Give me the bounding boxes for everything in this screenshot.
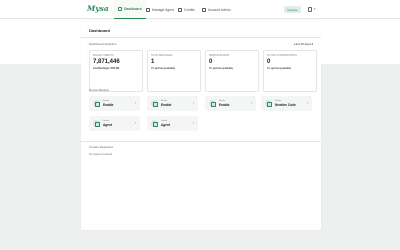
device-name: Agent bbox=[161, 123, 171, 127]
chevron-right-icon[interactable]: › bbox=[251, 101, 252, 105]
device-name: Enable bbox=[161, 103, 172, 107]
chevron-right-icon[interactable]: › bbox=[307, 101, 308, 105]
device-icon bbox=[151, 120, 158, 128]
user-icon[interactable] bbox=[308, 7, 312, 12]
brand-logo[interactable]: Mysa bbox=[87, 4, 109, 13]
stat-label: RESPONSE RATE bbox=[209, 54, 230, 57]
device-icon bbox=[93, 100, 100, 108]
device-label: Binder bbox=[161, 99, 168, 102]
chevron-down-icon[interactable]: ▾ bbox=[314, 7, 316, 11]
stat-value: 0 bbox=[209, 59, 213, 65]
nav-manage-agent-label: Manage Agent bbox=[152, 7, 174, 12]
recent-section-title: Current Response bbox=[89, 145, 114, 149]
analytics-section-title: Dashboard Analytics bbox=[89, 42, 117, 46]
stat-change-text: up from yesterday bbox=[212, 68, 233, 70]
device-icon bbox=[93, 120, 100, 128]
credits-icon bbox=[178, 7, 182, 12]
stat-card-wallet-credits: WALLET CREDITS 7,871,446 Last Recharge: … bbox=[89, 50, 143, 92]
nav-credits[interactable]: Credits bbox=[178, 0, 195, 19]
stat-change-text: Last Recharge: 7871446 bbox=[93, 68, 120, 70]
empty-state-text: No request received bbox=[89, 153, 113, 156]
stat-card-response-rate: RESPONSE RATE 0 0% up from yesterday bbox=[205, 50, 259, 92]
device-label: Binder bbox=[275, 99, 282, 102]
divider bbox=[81, 141, 321, 142]
nav-dashboard[interactable]: Dashboard bbox=[114, 0, 146, 19]
agent-icon bbox=[146, 7, 150, 12]
stat-label: ACTIVE CONVERSATIONS bbox=[267, 54, 297, 57]
chevron-right-icon[interactable]: › bbox=[135, 101, 136, 105]
device-icon bbox=[265, 100, 272, 108]
stat-card-active-conversations: ACTIVE CONVERSATIONS 0 0% up from yester… bbox=[263, 50, 317, 92]
device-card[interactable]: Binder Agent › bbox=[89, 116, 140, 131]
nav-account-admin[interactable]: Account Admin bbox=[202, 0, 231, 19]
nav-account-admin-label: Account Admin bbox=[208, 7, 231, 12]
stat-change: 0% up from yesterday bbox=[209, 68, 233, 70]
stat-change: Last Recharge: 7871446 bbox=[93, 68, 119, 70]
chevron-right-icon[interactable]: › bbox=[193, 121, 194, 125]
stat-change-percent: 0% bbox=[151, 68, 155, 70]
stat-card-total-messages: TOTAL MESSAGES 1 0% up from yesterday bbox=[147, 50, 201, 92]
nav-dashboard-label: Dashboard bbox=[124, 7, 142, 11]
stat-value: 7,871,446 bbox=[93, 59, 120, 65]
nav-manage-agent[interactable]: Manage Agent bbox=[146, 0, 174, 19]
device-card[interactable]: Binder Enable › bbox=[89, 96, 140, 111]
dashboard-panel: Dashboard Dashboard Analytics Last 30 da… bbox=[81, 20, 321, 230]
chevron-down-icon[interactable]: ▾ bbox=[311, 42, 313, 46]
stat-change-text: up from yesterday bbox=[270, 68, 291, 70]
stat-label: WALLET CREDITS bbox=[93, 54, 114, 57]
stat-change-text: up from yesterday bbox=[154, 68, 175, 70]
stat-label: TOTAL MESSAGES bbox=[151, 54, 173, 57]
device-label: Binder bbox=[219, 99, 226, 102]
device-label: Binder bbox=[103, 99, 110, 102]
device-name: Enable bbox=[219, 103, 230, 107]
stat-change: 0% up from yesterday bbox=[267, 68, 291, 70]
dashboard-icon bbox=[118, 7, 122, 11]
device-label: Binder bbox=[103, 119, 110, 122]
stat-change-percent: 0% bbox=[209, 68, 213, 70]
date-range-select[interactable]: Last 30 days bbox=[294, 42, 311, 46]
device-name: Agent bbox=[103, 123, 113, 127]
page-title: Dashboard bbox=[89, 28, 110, 33]
device-icon bbox=[209, 100, 216, 108]
upgrade-button[interactable]: Upgrade bbox=[284, 6, 301, 13]
device-name: Enable bbox=[103, 103, 114, 107]
stat-change: 0% up from yesterday bbox=[151, 68, 175, 70]
stat-value: 0 bbox=[267, 59, 271, 65]
device-label: Binder bbox=[161, 119, 168, 122]
devices-section-title: Device Binders bbox=[89, 88, 110, 92]
device-name: Newline Code bbox=[275, 103, 296, 107]
top-navigation-bar: Mysa Dashboard Manage Agent Credits Acco… bbox=[0, 0, 400, 19]
account-icon bbox=[202, 7, 206, 12]
divider bbox=[81, 37, 321, 38]
nav-credits-label: Credits bbox=[184, 7, 195, 12]
device-card[interactable]: Binder Enable › bbox=[205, 96, 256, 111]
device-card[interactable]: Binder Newline Code › bbox=[261, 96, 312, 111]
device-card[interactable]: Binder Agent › bbox=[147, 116, 198, 131]
chevron-right-icon[interactable]: › bbox=[135, 121, 136, 125]
chevron-right-icon[interactable]: › bbox=[193, 101, 194, 105]
device-card[interactable]: Binder Enable › bbox=[147, 96, 198, 111]
stat-value: 1 bbox=[151, 59, 155, 65]
stat-change-percent: 0% bbox=[267, 68, 271, 70]
device-icon bbox=[151, 100, 158, 108]
